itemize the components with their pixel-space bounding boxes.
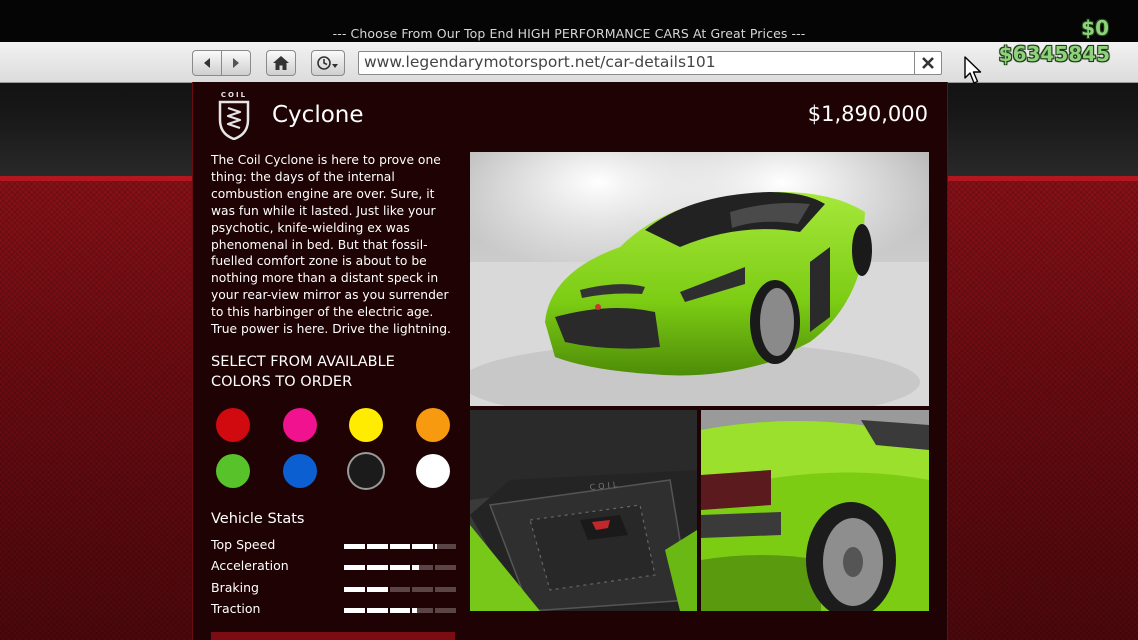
vehicle-photo-rear[interactable] — [701, 410, 929, 611]
color-swatch-black[interactable] — [349, 454, 383, 488]
stat-bar-segment — [435, 565, 456, 571]
stat-bar — [344, 565, 456, 571]
stat-label: Acceleration — [211, 558, 289, 574]
color-swatch-white[interactable] — [416, 454, 450, 488]
stat-bar-segment — [366, 586, 388, 592]
color-swatch-green[interactable] — [216, 454, 250, 488]
order-button[interactable] — [211, 632, 455, 640]
vehicle-name: Cyclone — [272, 102, 364, 128]
stat-label: Top Speed — [211, 537, 276, 552]
stat-bar — [344, 544, 456, 549]
home-button-wrap — [266, 50, 296, 76]
svg-text:COIL: COIL — [221, 91, 247, 99]
stat-bar-segment — [435, 544, 456, 549]
stat-bar-segment — [344, 607, 365, 613]
nav-button-group — [192, 50, 251, 76]
stat-bar-segment — [412, 607, 434, 613]
color-swatch-orange[interactable] — [416, 408, 450, 442]
stat-bar-segment — [435, 607, 456, 613]
home-button[interactable] — [267, 51, 295, 75]
home-icon — [273, 56, 289, 70]
stat-row: Traction — [211, 601, 457, 619]
stat-bar — [344, 607, 456, 613]
stat-bar-segment — [389, 544, 411, 549]
close-icon — [922, 57, 934, 69]
stat-bar-segment — [344, 565, 365, 571]
stats-title: Vehicle Stats — [211, 511, 305, 527]
history-button-wrap — [311, 50, 345, 76]
stat-bar-segment — [344, 586, 365, 592]
stat-label: Braking — [211, 579, 259, 595]
address-clear-button[interactable] — [914, 52, 941, 74]
stat-row: Braking — [211, 580, 457, 598]
address-bar[interactable]: www.legendarymotorsport.net/car-details1… — [358, 51, 942, 75]
color-swatch-yellow[interactable] — [349, 408, 383, 442]
car-front-image — [470, 152, 929, 406]
bank-amount: $6345845 — [998, 42, 1110, 66]
address-url: www.legendarymotorsport.net/car-details1… — [364, 53, 716, 71]
stat-bar-segment — [366, 544, 388, 549]
stat-bar-segment — [435, 586, 456, 592]
banner-text: --- Choose From Our Top End HIGH PERFORM… — [332, 26, 806, 41]
vehicle-detail-panel: COIL Cyclone $1,890,000 The Coil Cyclone… — [192, 82, 948, 640]
stat-bar-segment — [344, 544, 365, 549]
colors-section-title: SELECT FROM AVAILABLE COLORS TO ORDER — [211, 352, 451, 392]
color-swatch-red[interactable] — [216, 408, 250, 442]
colors-title-line1: SELECT FROM AVAILABLE — [211, 354, 395, 370]
stat-bar-segment — [412, 586, 434, 592]
history-button[interactable] — [312, 51, 344, 75]
stat-bar-segment — [389, 607, 411, 613]
color-swatch-blue[interactable] — [283, 454, 317, 488]
stat-bar-segment — [412, 544, 434, 549]
vehicle-photo-engine[interactable]: COIL — [470, 410, 697, 611]
engine-bay-image: COIL — [470, 410, 697, 611]
vehicle-price: $1,890,000 — [807, 102, 928, 126]
cash-amount: $0 — [1081, 16, 1109, 40]
top-banner: --- Choose From Our Top End HIGH PERFORM… — [0, 0, 1138, 42]
stat-row: Top Speed — [211, 537, 457, 555]
stat-bar-segment — [412, 565, 434, 571]
coil-brand-logo: COIL — [218, 91, 250, 140]
forward-button[interactable] — [221, 51, 250, 75]
vehicle-photo-main[interactable] — [470, 152, 929, 406]
back-button[interactable] — [193, 51, 221, 75]
car-rear-image — [701, 410, 929, 611]
vehicle-description: The Coil Cyclone is here to prove one th… — [211, 153, 451, 337]
back-arrow-icon — [204, 58, 210, 68]
stat-label: Traction — [211, 600, 261, 616]
stat-bar-segment — [366, 607, 388, 613]
stat-bar — [344, 586, 456, 592]
color-swatch-pink[interactable] — [283, 408, 317, 442]
stat-bar-segment — [366, 565, 388, 571]
forward-arrow-icon — [233, 58, 239, 68]
stat-bar-segment — [389, 586, 411, 592]
history-clock-icon — [317, 56, 338, 70]
stat-bar-segment — [389, 565, 411, 571]
colors-title-line2: COLORS TO ORDER — [211, 374, 353, 390]
mouse-cursor-icon — [964, 56, 982, 84]
stat-row: Acceleration — [211, 558, 457, 576]
